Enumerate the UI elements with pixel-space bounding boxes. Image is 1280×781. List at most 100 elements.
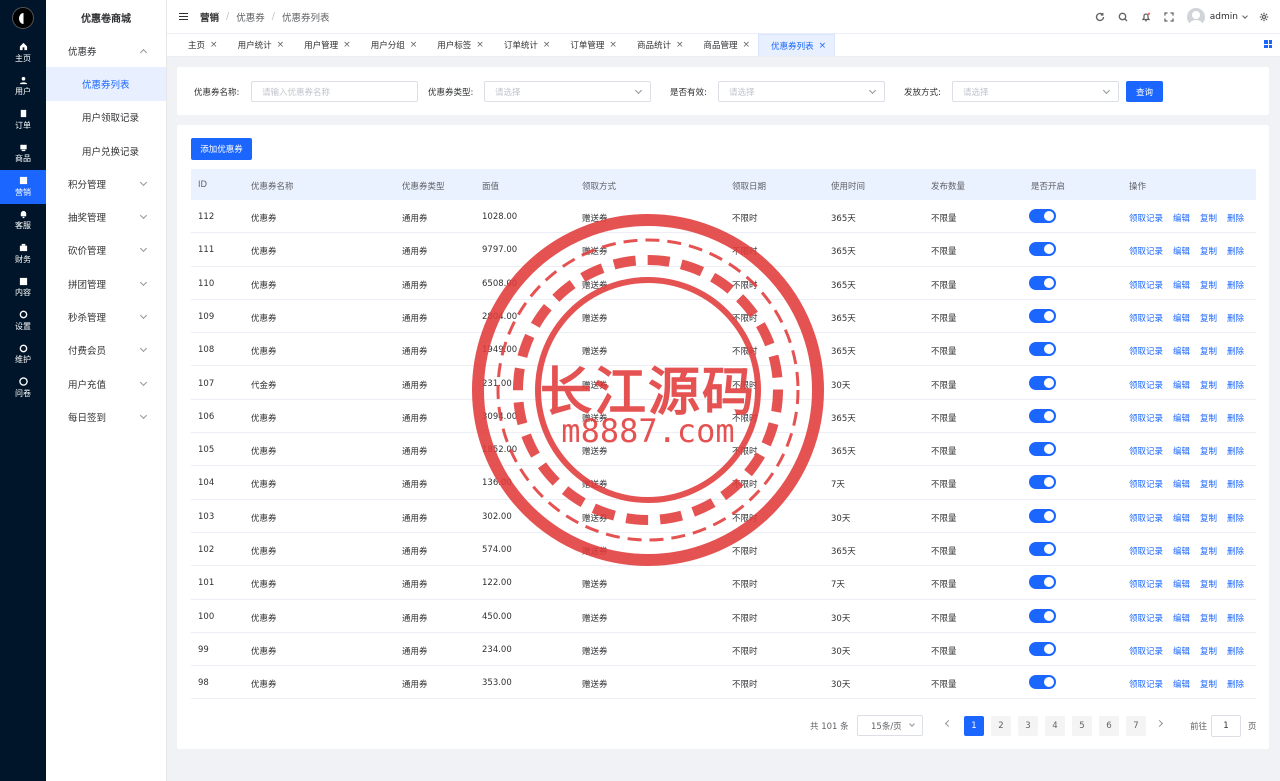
action-records-link[interactable]: 领取记录 <box>1129 645 1163 657</box>
submenu-item[interactable]: 优惠券列表 <box>46 67 166 101</box>
action-delete-link[interactable]: 删除 <box>1227 345 1244 357</box>
action-edit-link[interactable]: 编辑 <box>1173 512 1190 524</box>
action-delete-link[interactable]: 删除 <box>1227 545 1244 557</box>
submenu-group[interactable]: 拼团管理 <box>46 267 166 300</box>
rail-item-finance[interactable]: 财务 <box>0 237 46 271</box>
action-edit-link[interactable]: 编辑 <box>1173 345 1190 357</box>
enable-toggle[interactable] <box>1029 475 1056 490</box>
rail-item-service[interactable]: 客服 <box>0 204 46 238</box>
breadcrumb-item[interactable]: 营销 <box>200 10 219 24</box>
enable-toggle[interactable] <box>1029 575 1056 590</box>
action-copy-link[interactable]: 复制 <box>1200 379 1217 391</box>
submenu-item[interactable]: 用户领取记录 <box>46 101 166 134</box>
rail-item-user[interactable]: 用户 <box>0 70 46 104</box>
enable-toggle[interactable] <box>1029 508 1056 523</box>
action-delete-link[interactable]: 删除 <box>1227 279 1244 291</box>
action-copy-link[interactable]: 复制 <box>1200 478 1217 490</box>
tab-item[interactable]: 用户管理 × <box>292 34 359 56</box>
submenu-group[interactable]: 抽奖管理 <box>46 200 166 233</box>
action-edit-link[interactable]: 编辑 <box>1173 312 1190 324</box>
action-delete-link[interactable]: 删除 <box>1227 678 1244 690</box>
refresh-icon[interactable] <box>1094 11 1106 23</box>
action-delete-link[interactable]: 删除 <box>1227 212 1244 224</box>
action-edit-link[interactable]: 编辑 <box>1173 279 1190 291</box>
tab-item[interactable]: 订单管理 × <box>558 34 625 56</box>
action-edit-link[interactable]: 编辑 <box>1173 612 1190 624</box>
action-records-link[interactable]: 领取记录 <box>1129 445 1163 457</box>
submenu-group[interactable]: 用户充值 <box>46 367 166 400</box>
action-copy-link[interactable]: 复制 <box>1200 612 1217 624</box>
action-delete-link[interactable]: 删除 <box>1227 412 1244 424</box>
breadcrumb-item[interactable]: 优惠券 <box>236 10 265 24</box>
enable-toggle[interactable] <box>1029 342 1056 357</box>
rail-item-content[interactable]: 内容 <box>0 271 46 305</box>
app-logo[interactable] <box>0 0 46 36</box>
user-name[interactable]: admin <box>1210 12 1238 22</box>
action-delete-link[interactable]: 删除 <box>1227 512 1244 524</box>
rail-item-survey[interactable]: 问卷 <box>0 371 46 405</box>
action-records-link[interactable]: 领取记录 <box>1129 612 1163 624</box>
coupon-type-select[interactable]: 请选择 <box>484 81 651 102</box>
action-copy-link[interactable]: 复制 <box>1200 545 1217 557</box>
close-icon[interactable]: × <box>819 41 827 51</box>
page-size-select[interactable]: 15条/页 <box>857 715 923 736</box>
enable-toggle[interactable] <box>1029 608 1056 623</box>
action-records-link[interactable]: 领取记录 <box>1129 578 1163 590</box>
action-edit-link[interactable]: 编辑 <box>1173 212 1190 224</box>
action-delete-link[interactable]: 删除 <box>1227 612 1244 624</box>
close-icon[interactable]: × <box>676 40 684 50</box>
action-records-link[interactable]: 领取记录 <box>1129 245 1163 257</box>
action-copy-link[interactable]: 复制 <box>1200 678 1217 690</box>
action-edit-link[interactable]: 编辑 <box>1173 545 1190 557</box>
action-copy-link[interactable]: 复制 <box>1200 245 1217 257</box>
fullscreen-icon[interactable] <box>1163 11 1175 23</box>
close-icon[interactable]: × <box>277 40 285 50</box>
submenu-group[interactable]: 砍价管理 <box>46 234 166 267</box>
rail-item-maintenance[interactable]: 维护 <box>0 338 46 372</box>
enable-toggle[interactable] <box>1029 242 1056 257</box>
close-icon[interactable]: × <box>743 40 751 50</box>
enable-toggle[interactable] <box>1029 375 1056 390</box>
action-records-link[interactable]: 领取记录 <box>1129 678 1163 690</box>
action-records-link[interactable]: 领取记录 <box>1129 379 1163 391</box>
action-copy-link[interactable]: 复制 <box>1200 345 1217 357</box>
issue-method-select[interactable]: 请选择 <box>952 81 1119 102</box>
action-edit-link[interactable]: 编辑 <box>1173 578 1190 590</box>
page-button[interactable]: 1 <box>964 716 984 736</box>
enable-toggle[interactable] <box>1029 675 1056 690</box>
coupon-name-input[interactable]: 请输入优惠券名称 <box>251 81 418 102</box>
page-button[interactable]: 6 <box>1099 716 1119 736</box>
rail-item-order[interactable]: 订单 <box>0 103 46 137</box>
action-delete-link[interactable]: 删除 <box>1227 578 1244 590</box>
action-records-link[interactable]: 领取记录 <box>1129 279 1163 291</box>
tab-item[interactable]: 商品管理 × <box>692 34 759 56</box>
close-icon[interactable]: × <box>609 40 617 50</box>
menu-toggle-icon[interactable] <box>179 12 188 21</box>
gear-icon[interactable] <box>1258 11 1270 23</box>
close-icon[interactable]: × <box>343 40 351 50</box>
action-copy-link[interactable]: 复制 <box>1200 279 1217 291</box>
tab-item[interactable]: 订单统计 × <box>492 34 559 56</box>
page-button[interactable]: 7 <box>1126 716 1146 736</box>
submenu-group[interactable]: 付费会员 <box>46 334 166 367</box>
prev-page-icon[interactable] <box>944 719 953 728</box>
search-icon[interactable] <box>1117 11 1129 23</box>
tab-item[interactable]: 主页 × <box>176 34 226 56</box>
bell-icon[interactable] <box>1140 11 1152 23</box>
submenu-group[interactable]: 秒杀管理 <box>46 300 166 333</box>
valid-select[interactable]: 请选择 <box>718 81 885 102</box>
rail-item-home[interactable]: 主页 <box>0 36 46 70</box>
page-button[interactable]: 3 <box>1018 716 1038 736</box>
close-icon[interactable]: × <box>476 40 484 50</box>
tab-item[interactable]: 用户统计 × <box>226 34 293 56</box>
action-records-link[interactable]: 领取记录 <box>1129 478 1163 490</box>
action-copy-link[interactable]: 复制 <box>1200 578 1217 590</box>
action-copy-link[interactable]: 复制 <box>1200 212 1217 224</box>
action-copy-link[interactable]: 复制 <box>1200 412 1217 424</box>
close-icon[interactable]: × <box>210 40 218 50</box>
enable-toggle[interactable] <box>1029 275 1056 290</box>
tab-item[interactable]: 优惠券列表 × <box>758 34 836 56</box>
action-records-link[interactable]: 领取记录 <box>1129 545 1163 557</box>
add-coupon-button[interactable]: 添加优惠券 <box>191 138 252 160</box>
action-records-link[interactable]: 领取记录 <box>1129 312 1163 324</box>
